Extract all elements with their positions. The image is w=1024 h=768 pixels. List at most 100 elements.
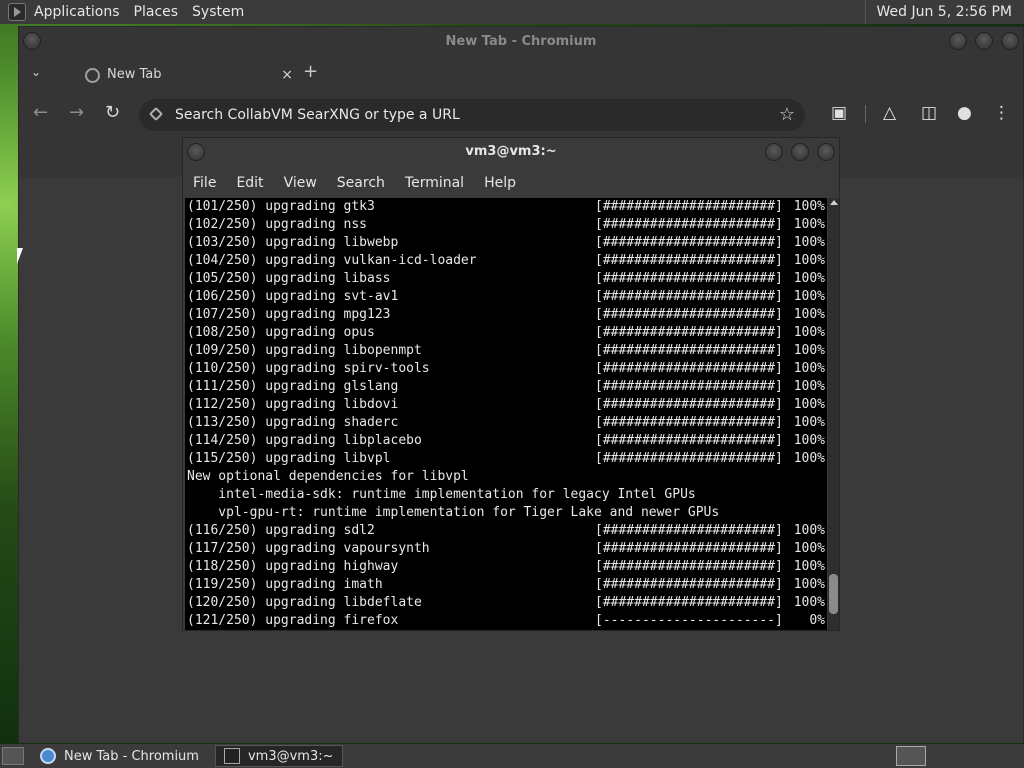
terminal-menubar: File Edit View Search Terminal Help — [183, 168, 839, 198]
browser-toolbar: ← → ↻ Search CollabVM SearXNG or type a … — [19, 93, 1023, 137]
window-menu-button[interactable] — [23, 32, 41, 50]
terminal-line: (103/250) upgrading libwebp [############… — [185, 234, 827, 252]
chromium-window-title: New Tab - Chromium — [445, 34, 597, 49]
terminal-line: (113/250) upgrading shaderc [############… — [185, 414, 827, 432]
menu-edit[interactable]: Edit — [236, 175, 263, 191]
maximize-button[interactable] — [975, 32, 993, 50]
progress-percent: 100% — [793, 577, 825, 592]
tab-new-tab[interactable]: New Tab × — [57, 59, 295, 93]
terminal-maximize-button[interactable] — [791, 143, 809, 161]
menu-view[interactable]: View — [284, 175, 317, 191]
scroll-up-arrow-icon[interactable] — [830, 200, 838, 205]
progress-bar-text: [######################] — [595, 451, 783, 466]
progress-bar-text: [######################] — [595, 433, 783, 448]
progress-percent: 100% — [793, 325, 825, 340]
top-panel: Applications Places System Wed Jun 5, 2:… — [0, 0, 1024, 24]
extensions-icon[interactable]: ▣ — [831, 103, 847, 123]
new-tab-button[interactable]: + — [303, 61, 318, 82]
tab-search-chevron-icon[interactable]: ⌄ — [31, 65, 41, 79]
mouse-pointer-icon — [17, 248, 23, 264]
terminal-line: (105/250) upgrading libass [#############… — [185, 270, 827, 288]
terminal-line: (108/250) upgrading opus [###############… — [185, 324, 827, 342]
terminal-line-text: (116/250) upgrading sdl2 — [187, 523, 375, 538]
minimize-button[interactable] — [949, 32, 967, 50]
taskbar-item-label: vm3@vm3:~ — [247, 748, 334, 764]
clock[interactable]: Wed Jun 5, 2:56 PM — [865, 0, 1024, 24]
terminal-output[interactable]: (101/250) upgrading gtk3 [###############… — [185, 198, 827, 630]
chromium-icon — [40, 748, 56, 764]
applications-logo-icon[interactable] — [8, 3, 26, 21]
progress-bar-text: [######################] — [595, 559, 783, 574]
terminal-line-text: vpl-gpu-rt: runtime implementation for T… — [187, 505, 720, 520]
tab-label: New Tab — [107, 67, 162, 82]
profile-icon[interactable]: ● — [957, 103, 972, 123]
terminal-minimize-button[interactable] — [765, 143, 783, 161]
terminal-line-text: (119/250) upgrading imath — [187, 577, 383, 592]
terminal-line-text: (118/250) upgrading highway — [187, 559, 399, 574]
menu-icon[interactable]: ⋮ — [993, 103, 1010, 123]
omnibox-placeholder: Search CollabVM SearXNG or type a URL — [175, 107, 460, 123]
progress-bar-text: [######################] — [595, 379, 783, 394]
menu-file[interactable]: File — [193, 175, 216, 191]
progress-percent: 100% — [793, 253, 825, 268]
show-desktop-button[interactable] — [2, 747, 24, 765]
toolbar-divider — [865, 105, 866, 123]
terminal-line: (120/250) upgrading libdeflate [#########… — [185, 594, 827, 612]
omnibox[interactable]: Search CollabVM SearXNG or type a URL ☆ — [139, 99, 805, 131]
terminal-line-text: (107/250) upgrading mpg123 — [187, 307, 391, 322]
menu-places[interactable]: Places — [134, 4, 179, 20]
terminal-line-text: (115/250) upgrading libvpl — [187, 451, 391, 466]
terminal-line-text: (102/250) upgrading nss — [187, 217, 368, 232]
menu-help[interactable]: Help — [484, 175, 516, 191]
progress-percent: 100% — [793, 271, 825, 286]
terminal-line: (102/250) upgrading nss [################… — [185, 216, 827, 234]
reload-icon[interactable]: ↻ — [105, 103, 120, 123]
taskbar-item-terminal[interactable]: vm3@vm3:~ — [214, 745, 343, 767]
chromium-titlebar[interactable]: New Tab - Chromium — [19, 27, 1023, 57]
menu-system[interactable]: System — [192, 4, 244, 20]
progress-bar-text: [----------------------] — [595, 613, 783, 628]
terminal-line: (114/250) upgrading libplacebo [#########… — [185, 432, 827, 450]
menu-search[interactable]: Search — [337, 175, 385, 191]
progress-percent: 100% — [793, 451, 825, 466]
taskbar-item-chromium[interactable]: New Tab - Chromium — [32, 745, 207, 767]
tab-close-icon[interactable]: × — [281, 59, 293, 91]
terminal-line: (101/250) upgrading gtk3 [###############… — [185, 198, 827, 216]
progress-percent: 0% — [809, 613, 825, 628]
progress-bar-text: [######################] — [595, 325, 783, 340]
progress-percent: 100% — [793, 595, 825, 610]
menu-terminal[interactable]: Terminal — [405, 175, 464, 191]
progress-percent: 100% — [793, 559, 825, 574]
terminal-line: (116/250) upgrading sdl2 [###############… — [185, 522, 827, 540]
terminal-window-title: vm3@vm3:~ — [465, 144, 557, 159]
progress-percent: 100% — [793, 361, 825, 376]
side-panel-icon[interactable]: ◫ — [921, 103, 937, 123]
workspace-switcher[interactable] — [896, 746, 926, 766]
terminal-window-menu-button[interactable] — [187, 143, 205, 161]
labs-icon[interactable]: △ — [883, 103, 896, 123]
search-engine-icon — [148, 106, 164, 122]
terminal-line-text: (101/250) upgrading gtk3 — [187, 199, 375, 214]
progress-percent: 100% — [793, 523, 825, 538]
progress-bar-text: [######################] — [595, 217, 783, 232]
progress-bar-text: [######################] — [595, 415, 783, 430]
forward-icon[interactable]: → — [69, 103, 84, 123]
terminal-line: (117/250) upgrading vapoursynth [########… — [185, 540, 827, 558]
progress-percent: 100% — [793, 289, 825, 304]
close-button[interactable] — [1001, 32, 1019, 50]
menu-applications[interactable]: Applications — [34, 4, 120, 20]
terminal-line: (115/250) upgrading libvpl [#############… — [185, 450, 827, 468]
progress-percent: 100% — [793, 235, 825, 250]
progress-percent: 100% — [793, 217, 825, 232]
scrollbar-thumb[interactable] — [829, 574, 838, 614]
progress-bar-text: [######################] — [595, 523, 783, 538]
terminal-line-text: (103/250) upgrading libwebp — [187, 235, 399, 250]
progress-percent: 100% — [793, 433, 825, 448]
back-icon[interactable]: ← — [33, 103, 48, 123]
terminal-line-text: (121/250) upgrading firefox — [187, 613, 399, 628]
progress-bar-text: [######################] — [595, 199, 783, 214]
terminal-close-button[interactable] — [817, 143, 835, 161]
terminal-scrollbar[interactable] — [828, 198, 839, 630]
terminal-titlebar[interactable]: vm3@vm3:~ — [183, 138, 839, 168]
star-icon[interactable]: ☆ — [779, 99, 795, 131]
